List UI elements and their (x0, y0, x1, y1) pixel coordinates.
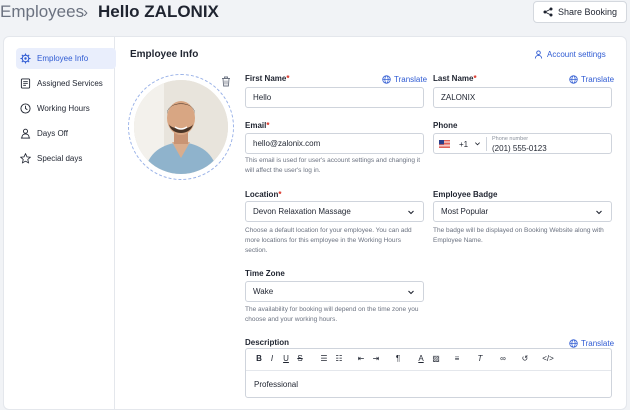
employee-badge-value: Most Popular (441, 207, 489, 216)
sidebar-item-days-off[interactable]: Days Off (16, 123, 116, 144)
chevron-down-icon (408, 210, 414, 215)
employee-badge-select[interactable]: Most Popular (433, 201, 612, 222)
description-editor[interactable]: B I U S ☰ ☷ ⇤ ⇥ ¶ A ▨ ≡ T ∞ ↺ </> Profes… (245, 348, 612, 398)
editor-toolbar: B I U S ☰ ☷ ⇤ ⇥ ¶ A ▨ ≡ T ∞ ↺ </> (246, 349, 611, 371)
translate-label: Translate (581, 339, 615, 348)
link-icon[interactable]: ∞ (498, 354, 508, 363)
share-icon (543, 7, 553, 17)
phone-divider (486, 137, 487, 151)
clock-icon (20, 103, 31, 114)
phone-number-value[interactable]: (201) 555-0123 (492, 144, 547, 153)
email-help-text: This email is used for user's account se… (245, 157, 421, 174)
text-direction-icon[interactable]: ¶ (393, 354, 403, 363)
sidebar-item-label: Employee Info (37, 54, 89, 63)
globe-icon (569, 75, 578, 84)
sidebar-item-employee-info[interactable]: Employee Info (16, 48, 116, 69)
ordered-list-icon[interactable]: ☰ (319, 354, 329, 363)
underline-icon[interactable]: U (281, 354, 291, 363)
time-zone-label: Time Zone (245, 269, 285, 278)
last-name-label: Last Name* (433, 74, 477, 83)
sidebar-item-label: Working Hours (37, 104, 90, 113)
user-icon (534, 50, 543, 59)
strikethrough-icon[interactable]: S (295, 354, 305, 363)
sidebar-item-special-days[interactable]: Special days (16, 148, 116, 169)
gear-icon (20, 53, 31, 64)
share-booking-button[interactable]: Share Booking (533, 1, 627, 23)
first-name-label: First Name* (245, 74, 290, 83)
email-label: Email* (245, 121, 270, 130)
employee-badge-label: Employee Badge (433, 190, 498, 199)
translate-label: Translate (581, 75, 615, 84)
trash-icon[interactable] (221, 76, 231, 87)
outdent-icon[interactable]: ⇤ (356, 354, 366, 363)
breadcrumb-root[interactable]: Employees (0, 2, 84, 22)
star-icon (20, 153, 31, 164)
globe-icon (382, 75, 391, 84)
chevron-down-icon[interactable] (474, 140, 481, 147)
location-help-text: Choose a default location for your emplo… (245, 227, 412, 254)
description-label: Description (245, 338, 290, 347)
last-name-translate-link[interactable]: Translate (569, 75, 614, 84)
person-icon (20, 128, 31, 139)
font-color-icon[interactable]: A (416, 354, 426, 363)
breadcrumb-separator: › (83, 4, 88, 21)
description-translate-link[interactable]: Translate (569, 339, 614, 348)
sidebar: Employee Info Assigned Services Working … (16, 48, 116, 173)
location-value: Devon Relaxation Massage (253, 207, 351, 216)
undo-icon[interactable]: ↺ (520, 354, 530, 363)
italic-icon[interactable]: I (267, 354, 277, 363)
time-zone-help-text: The availability for booking will depend… (245, 306, 419, 323)
description-text[interactable]: Professional (254, 380, 298, 389)
phone-field[interactable]: +1 Phone number (201) 555-0123 (433, 133, 612, 154)
indent-icon[interactable]: ⇥ (371, 354, 381, 363)
phone-country-code[interactable]: +1 (459, 140, 468, 149)
location-select[interactable]: Devon Relaxation Massage (245, 201, 424, 222)
top-bar: Employees › Hello ZALONIX Share Booking (0, 0, 630, 28)
section-title: Employee Info (130, 49, 199, 60)
account-settings-label: Account settings (547, 50, 606, 59)
profile-photo (134, 80, 228, 174)
sidebar-item-label: Special days (37, 154, 83, 163)
phone-label: Phone (433, 121, 458, 130)
code-view-icon[interactable]: </> (540, 354, 556, 363)
sidebar-item-label: Days Off (37, 129, 68, 138)
badge-help-text: The badge will be displayed on Booking W… (433, 227, 604, 244)
chevron-down-icon (408, 290, 414, 295)
bold-icon[interactable]: B (254, 354, 264, 363)
bullet-list-icon[interactable]: ☷ (334, 354, 344, 363)
first-name-translate-link[interactable]: Translate (382, 75, 427, 84)
phone-placeholder: Phone number (492, 136, 529, 142)
page-title: Hello ZALONIX (98, 2, 219, 21)
us-flag-icon (439, 140, 450, 148)
translate-label: Translate (394, 75, 428, 84)
avatar (134, 80, 228, 174)
share-booking-label: Share Booking (557, 7, 618, 17)
email-field[interactable]: hello@zalonix.com (245, 133, 424, 154)
background-color-icon[interactable]: ▨ (431, 354, 441, 363)
list-icon (20, 78, 31, 89)
globe-icon (569, 339, 578, 348)
last-name-input[interactable]: ZALONIX (433, 87, 612, 108)
avatar-upload[interactable] (128, 74, 234, 180)
account-settings-link[interactable]: Account settings (534, 50, 606, 59)
sidebar-item-working-hours[interactable]: Working Hours (16, 98, 116, 119)
first-name-input[interactable]: Hello (245, 87, 424, 108)
sidebar-item-label: Assigned Services (37, 79, 103, 88)
sidebar-item-assigned-services[interactable]: Assigned Services (16, 73, 116, 94)
clear-format-icon[interactable]: T (475, 354, 485, 363)
chevron-down-icon (596, 210, 602, 215)
align-icon[interactable]: ≡ (452, 354, 462, 363)
location-label: Location* (245, 190, 282, 199)
time-zone-select[interactable]: Wake (245, 281, 424, 302)
time-zone-value: Wake (253, 287, 274, 296)
